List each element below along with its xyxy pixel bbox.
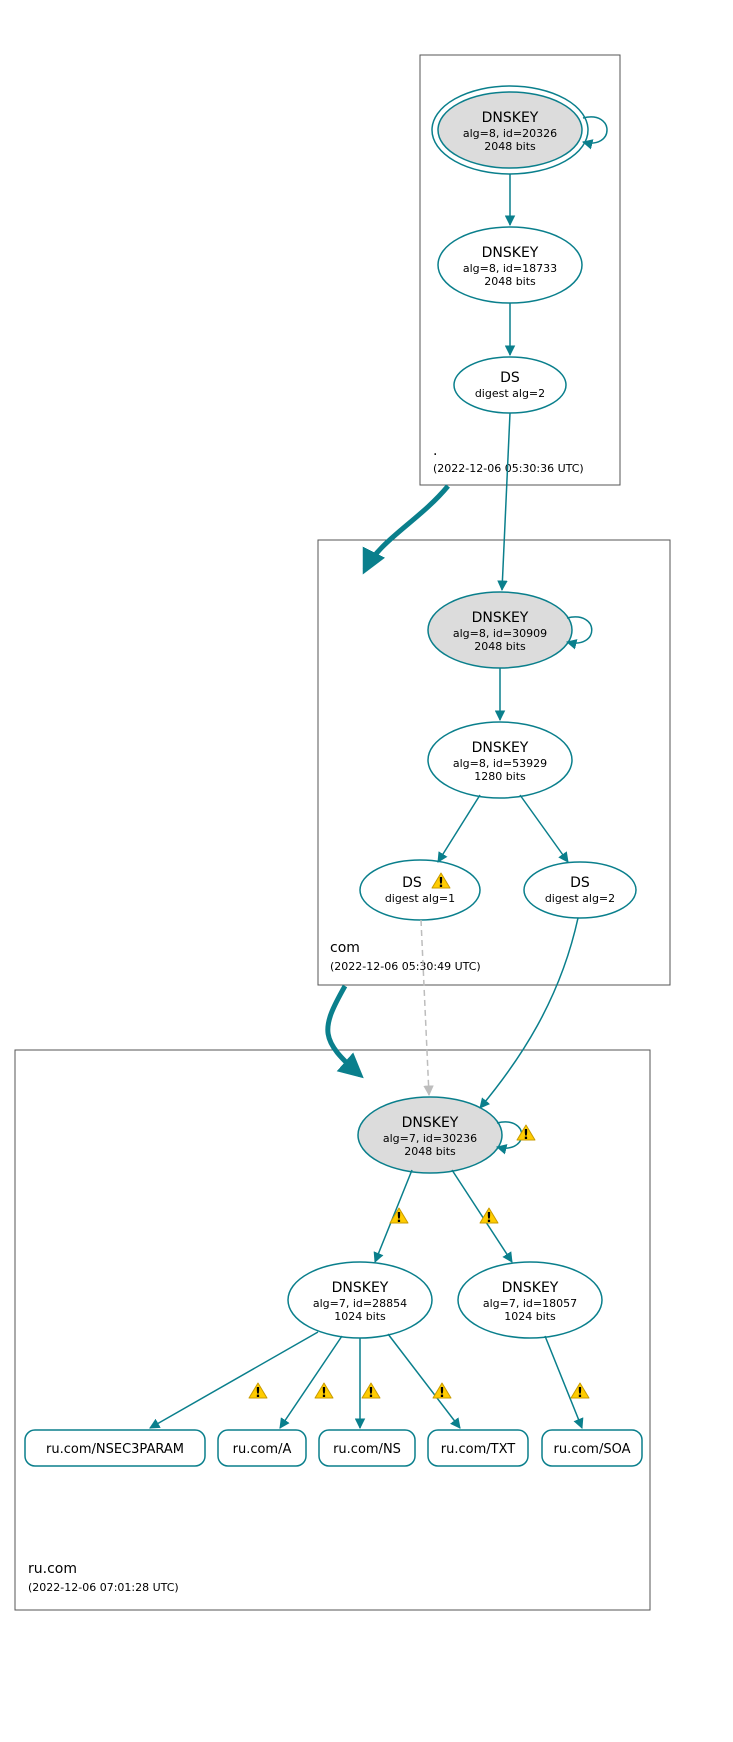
- svg-text:!: !: [486, 1211, 492, 1226]
- svg-text:ru.com/TXT: ru.com/TXT: [441, 1442, 515, 1457]
- svg-text:alg=8, id=53929: alg=8, id=53929: [453, 757, 547, 770]
- edge-zone-com-rucom: [328, 986, 360, 1075]
- edge-com-ds1-ru-ksk: [421, 920, 429, 1095]
- node-root-zsk: DNSKEY alg=8, id=18733 2048 bits: [438, 227, 582, 303]
- svg-text:DS: DS: [570, 875, 590, 891]
- node-ru-zsk1: DNSKEY alg=7, id=28854 1024 bits: [288, 1262, 432, 1338]
- svg-text:alg=8, id=20326: alg=8, id=20326: [463, 127, 557, 140]
- svg-text:DNSKEY: DNSKEY: [502, 1280, 559, 1296]
- svg-text:!: !: [577, 1386, 583, 1401]
- svg-text:1024 bits: 1024 bits: [334, 1310, 386, 1323]
- node-ru-zsk2: DNSKEY alg=7, id=18057 1024 bits: [458, 1262, 602, 1338]
- warning-icon: !: [249, 1383, 267, 1401]
- zone-root: . (2022-12-06 05:30:36 UTC) DNSKEY alg=8…: [420, 55, 620, 485]
- edge-zone-root-com: [365, 486, 448, 570]
- edge-root-ds-com-ksk: [502, 413, 510, 590]
- svg-text:digest alg=1: digest alg=1: [385, 892, 455, 905]
- edge-zsk2-soa: [545, 1336, 582, 1428]
- edge-com-zsk-ds2: [520, 795, 568, 862]
- svg-text:!: !: [255, 1386, 261, 1401]
- node-com-ds2: DS digest alg=2: [524, 862, 636, 918]
- svg-text:!: !: [368, 1386, 374, 1401]
- svg-text:2048 bits: 2048 bits: [484, 275, 536, 288]
- zone-rucom-label: ru.com: [28, 1561, 77, 1577]
- node-com-ksk: DNSKEY alg=8, id=30909 2048 bits: [428, 592, 572, 668]
- zone-com-label: com: [330, 940, 360, 956]
- node-com-zsk: DNSKEY alg=8, id=53929 1280 bits: [428, 722, 572, 798]
- svg-text:DS: DS: [402, 875, 422, 891]
- svg-text:ru.com/SOA: ru.com/SOA: [553, 1442, 630, 1457]
- node-ru-ksk: DNSKEY alg=7, id=30236 2048 bits: [358, 1097, 502, 1173]
- svg-text:DNSKEY: DNSKEY: [482, 110, 539, 126]
- node-root-ds: DS digest alg=2: [454, 357, 566, 413]
- svg-text:digest alg=2: digest alg=2: [545, 892, 615, 905]
- warning-icon: !: [315, 1383, 333, 1401]
- svg-text:alg=7, id=28854: alg=7, id=28854: [313, 1297, 407, 1310]
- svg-text:ru.com/NSEC3PARAM: ru.com/NSEC3PARAM: [46, 1442, 184, 1457]
- zone-com-timestamp: (2022-12-06 05:30:49 UTC): [330, 960, 481, 973]
- node-root-ksk: DNSKEY alg=8, id=20326 2048 bits: [432, 86, 588, 174]
- zone-rucom-timestamp: (2022-12-06 07:01:28 UTC): [28, 1581, 179, 1594]
- svg-text:!: !: [438, 876, 444, 891]
- rrset-txt: ru.com/TXT: [428, 1430, 528, 1466]
- edge-ru-ksk-zsk1: [375, 1170, 412, 1262]
- zone-com: com (2022-12-06 05:30:49 UTC) DNSKEY alg…: [318, 413, 670, 985]
- rrset-ns: ru.com/NS: [319, 1430, 415, 1466]
- zone-rucom: ru.com (2022-12-06 07:01:28 UTC) DNSKEY …: [15, 918, 650, 1610]
- svg-text:2048 bits: 2048 bits: [474, 640, 526, 653]
- svg-text:alg=7, id=18057: alg=7, id=18057: [483, 1297, 577, 1310]
- svg-text:1280 bits: 1280 bits: [474, 770, 526, 783]
- dnssec-graph: . (2022-12-06 05:30:36 UTC) DNSKEY alg=8…: [0, 0, 733, 1742]
- svg-text:digest alg=2: digest alg=2: [475, 387, 545, 400]
- rrset-soa: ru.com/SOA: [542, 1430, 642, 1466]
- svg-text:ru.com/NS: ru.com/NS: [333, 1442, 401, 1457]
- svg-text:alg=7, id=30236: alg=7, id=30236: [383, 1132, 477, 1145]
- edge-com-zsk-ds1: [438, 795, 480, 862]
- svg-text:ru.com/A: ru.com/A: [233, 1442, 292, 1457]
- warning-icon: !: [433, 1383, 451, 1401]
- warning-icon: !: [362, 1383, 380, 1401]
- rrset-a: ru.com/A: [218, 1430, 306, 1466]
- svg-text:!: !: [396, 1211, 402, 1226]
- svg-text:!: !: [321, 1386, 327, 1401]
- edge-com-ds2-ru-ksk: [480, 918, 578, 1108]
- svg-text:!: !: [439, 1386, 445, 1401]
- edge-zsk1-txt: [388, 1334, 460, 1428]
- svg-text:!: !: [523, 1128, 529, 1143]
- svg-text:1024 bits: 1024 bits: [504, 1310, 556, 1323]
- svg-text:2048 bits: 2048 bits: [404, 1145, 456, 1158]
- svg-text:DNSKEY: DNSKEY: [332, 1280, 389, 1296]
- warning-icon: !: [571, 1383, 589, 1401]
- svg-text:DNSKEY: DNSKEY: [472, 610, 529, 626]
- edge-zsk1-nsec3param: [150, 1332, 318, 1428]
- edge-ru-ksk-zsk2: [452, 1170, 512, 1262]
- rrset-nsec3param: ru.com/NSEC3PARAM: [25, 1430, 205, 1466]
- zone-root-label: .: [433, 443, 437, 459]
- svg-text:DNSKEY: DNSKEY: [402, 1115, 459, 1131]
- node-com-ds1: DS digest alg=1 !: [360, 860, 480, 920]
- svg-text:DNSKEY: DNSKEY: [482, 245, 539, 261]
- svg-text:DS: DS: [500, 370, 520, 386]
- edge-zsk1-a: [280, 1336, 342, 1428]
- svg-text:DNSKEY: DNSKEY: [472, 740, 529, 756]
- svg-text:alg=8, id=18733: alg=8, id=18733: [463, 262, 557, 275]
- svg-text:2048 bits: 2048 bits: [484, 140, 536, 153]
- svg-text:alg=8, id=30909: alg=8, id=30909: [453, 627, 547, 640]
